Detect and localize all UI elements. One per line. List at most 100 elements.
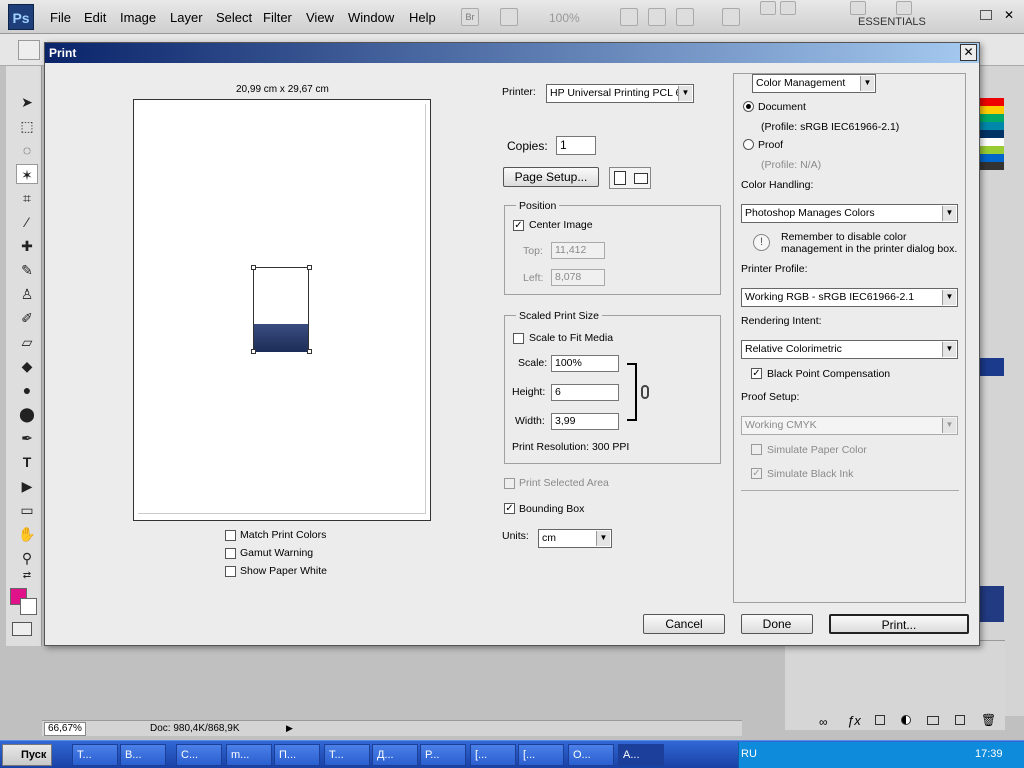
image-bounding-box[interactable] <box>253 267 309 352</box>
brush-tool-icon[interactable]: ✎ <box>16 260 38 280</box>
dialog-close-button[interactable]: ✕ <box>960 44 977 61</box>
view-extras-icon[interactable] <box>500 8 518 26</box>
background-color-swatch[interactable] <box>20 598 37 615</box>
menu-window[interactable]: Window <box>348 10 394 25</box>
swatches-panel[interactable] <box>980 98 1004 170</box>
simulate-paper-color-checkbox[interactable] <box>751 444 762 455</box>
move-tool-icon[interactable]: ➤ <box>16 92 38 112</box>
new-layer-icon[interactable] <box>955 715 965 725</box>
taskbar-item[interactable]: П... <box>274 744 320 766</box>
width-input[interactable]: 3,99 <box>551 413 619 430</box>
resize-handle[interactable] <box>251 265 256 270</box>
taskbar-item[interactable]: Т... <box>324 744 370 766</box>
resize-handle[interactable] <box>251 349 256 354</box>
match-print-colors-checkbox[interactable] <box>225 530 236 541</box>
stamp-tool-icon[interactable]: ♙ <box>16 284 38 304</box>
scale-input[interactable]: 100% <box>551 355 619 372</box>
fx-icon[interactable]: ƒx <box>847 713 861 728</box>
language-indicator[interactable]: RU <box>741 748 757 760</box>
taskbar-item[interactable]: Д... <box>372 744 418 766</box>
mask-icon[interactable] <box>875 715 885 725</box>
menu-filter[interactable]: Filter <box>263 10 292 25</box>
copies-input[interactable]: 1 <box>556 136 596 155</box>
menu-edit[interactable]: Edit <box>84 10 106 25</box>
resize-handle[interactable] <box>307 265 312 270</box>
pen-tool-icon[interactable]: ✒ <box>16 428 38 448</box>
taskbar-item[interactable]: Т... <box>72 744 118 766</box>
color-handling-select[interactable]: Photoshop Manages Colors ▼ <box>741 204 958 223</box>
layer-thumbnail[interactable] <box>980 586 1004 622</box>
workspace-label[interactable]: ESSENTIALS <box>858 16 926 28</box>
menu-layer[interactable]: Layer <box>170 10 203 25</box>
menu-file[interactable]: File <box>50 10 71 25</box>
blur-tool-icon[interactable]: ● <box>16 380 38 400</box>
eraser-tool-icon[interactable]: ▱ <box>16 332 38 352</box>
word-icon[interactable] <box>780 1 796 15</box>
photoshop-quicklaunch-icon[interactable] <box>896 1 912 15</box>
link-constraint-icon[interactable] <box>641 385 649 399</box>
printer-profile-select[interactable]: Working RGB - sRGB IEC61966-2.1 ▼ <box>741 288 958 307</box>
paint-bucket-icon[interactable]: ◆ <box>16 356 38 376</box>
page-setup-button[interactable]: Page Setup... <box>503 167 599 187</box>
magic-wand-tool-icon[interactable]: ✶ <box>16 164 38 184</box>
units-select[interactable]: cm ▼ <box>538 529 612 548</box>
cancel-button[interactable]: Cancel <box>643 614 725 634</box>
eyedropper-tool-icon[interactable]: ⁄ <box>16 212 38 232</box>
left-input[interactable]: 8,078 <box>551 269 605 286</box>
rotate-view-icon[interactable] <box>676 8 694 26</box>
hand-tool-icon[interactable]: ✋ <box>16 524 38 544</box>
taskbar-item[interactable]: Р... <box>420 744 466 766</box>
adjustment-layer-icon[interactable] <box>901 715 911 725</box>
scale-to-fit-checkbox[interactable] <box>513 333 524 344</box>
lasso-tool-icon[interactable]: ◌ <box>16 140 38 160</box>
print-selected-area-checkbox[interactable] <box>504 478 515 489</box>
landscape-icon[interactable] <box>634 173 648 184</box>
rendering-intent-select[interactable]: Relative Colorimetric ▼ <box>741 340 958 359</box>
taskbar-item[interactable]: О... <box>568 744 614 766</box>
simulate-black-ink-checkbox[interactable]: ✓ <box>751 468 762 479</box>
bounding-box-checkbox[interactable]: ✓ <box>504 503 515 514</box>
proof-radio[interactable] <box>743 139 754 150</box>
app-quicklaunch-icon[interactable] <box>760 1 776 15</box>
proof-setup-select[interactable]: Working CMYK ▼ <box>741 416 958 435</box>
bridge-button[interactable]: Br <box>461 8 479 26</box>
gamut-warning-checkbox[interactable] <box>225 548 236 559</box>
link-layers-icon[interactable]: ∞ <box>819 715 828 729</box>
dialog-titlebar[interactable]: Print ✕ <box>45 43 979 63</box>
taskbar-item[interactable]: В... <box>120 744 166 766</box>
zoom-tool-icon[interactable]: ⚲ <box>16 548 38 568</box>
close-icon[interactable]: ✕ <box>1004 8 1014 22</box>
menu-help[interactable]: Help <box>409 10 436 25</box>
black-point-compensation-checkbox[interactable]: ✓ <box>751 368 762 379</box>
type-tool-icon[interactable]: T <box>16 452 38 472</box>
marquee-tool-icon[interactable]: ⬚ <box>16 116 38 136</box>
layer-row[interactable] <box>980 358 1004 376</box>
swap-colors-icon[interactable]: ⇄ <box>16 566 38 586</box>
healing-brush-icon[interactable]: ✚ <box>16 236 38 256</box>
shape-tool-icon[interactable]: ▭ <box>16 500 38 520</box>
status-zoom-field[interactable]: 66,67% <box>44 722 86 736</box>
height-input[interactable]: 6 <box>551 384 619 401</box>
print-button[interactable]: Print... <box>829 614 969 634</box>
restore-icon[interactable] <box>980 10 992 20</box>
taskbar-item[interactable]: m... <box>226 744 272 766</box>
center-image-checkbox[interactable]: ✓ <box>513 220 524 231</box>
menu-image[interactable]: Image <box>120 10 156 25</box>
dodge-tool-icon[interactable]: ⬤ <box>16 404 38 424</box>
help-icon[interactable] <box>850 1 866 15</box>
path-selection-icon[interactable]: ▶ <box>16 476 38 496</box>
zoom-icon[interactable] <box>648 8 666 26</box>
printer-select[interactable]: HP Universal Printing PCL 6 ▼ <box>546 84 694 103</box>
arrange-documents-icon[interactable] <box>722 8 740 26</box>
hand-icon[interactable] <box>620 8 638 26</box>
output-mode-select[interactable]: Color Management ▼ <box>752 74 876 93</box>
magic-wand-icon[interactable] <box>18 40 40 60</box>
zoom-level[interactable]: 100% <box>549 11 580 25</box>
folder-icon[interactable] <box>927 716 939 725</box>
taskbar-item[interactable]: С... <box>176 744 222 766</box>
resize-handle[interactable] <box>307 349 312 354</box>
done-button[interactable]: Done <box>741 614 813 634</box>
history-brush-icon[interactable]: ✐ <box>16 308 38 328</box>
menu-view[interactable]: View <box>306 10 334 25</box>
taskbar-item[interactable]: [... <box>518 744 564 766</box>
